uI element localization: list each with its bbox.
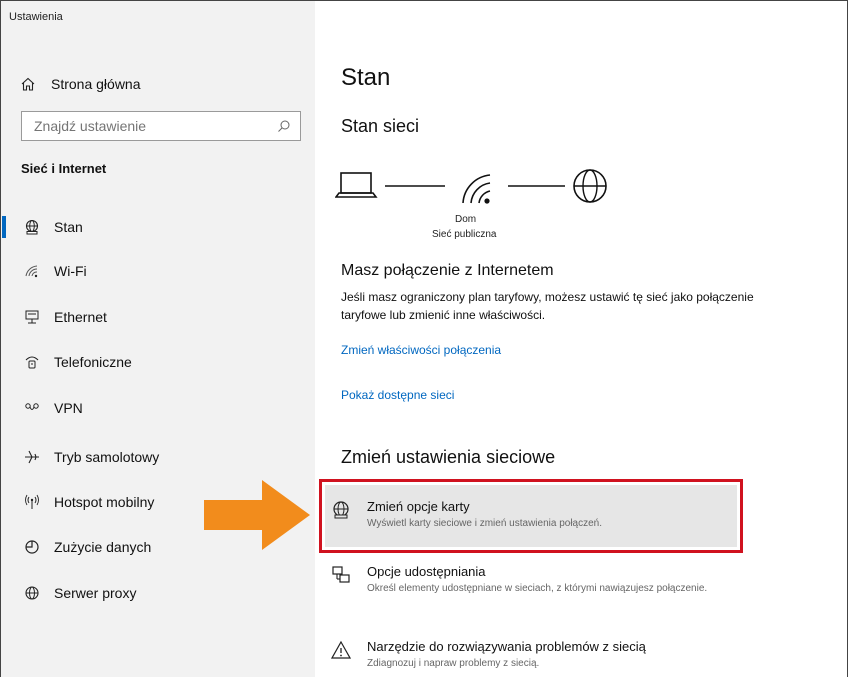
ethernet-icon bbox=[22, 307, 42, 327]
sidebar-item-wifi[interactable]: Wi-Fi bbox=[2, 256, 315, 286]
sidebar-item-label: Ethernet bbox=[54, 309, 107, 325]
wifi-signal-icon bbox=[462, 174, 491, 204]
globe-icon bbox=[22, 583, 42, 603]
app-title: Ustawienia bbox=[9, 11, 63, 23]
connection-status-desc: Jeśli masz ograniczony plan taryfowy, mo… bbox=[341, 290, 754, 322]
adapter-options-icon bbox=[329, 498, 353, 522]
internet-globe-icon bbox=[573, 169, 607, 203]
sidebar-item-label: Tryb samolotowy bbox=[54, 449, 160, 465]
orange-arrow-icon bbox=[204, 480, 310, 550]
dialup-icon bbox=[22, 352, 42, 372]
network-status-heading: Stan sieci bbox=[341, 116, 420, 136]
show-available-networks-link[interactable]: Pokaż dostępne sieci bbox=[341, 388, 454, 402]
connection-status-title: Masz połączenie z Internetem bbox=[341, 262, 554, 279]
sidebar: Ustawienia Strona główna Sieć i Internet… bbox=[1, 1, 315, 677]
laptop-icon bbox=[335, 172, 378, 198]
sidebar-item-label: VPN bbox=[54, 400, 83, 416]
airplane-icon bbox=[22, 447, 42, 467]
option-desc: Wyświetl karty sieciowe i zmień ustawien… bbox=[367, 518, 602, 529]
sidebar-item-label: Stan bbox=[54, 219, 83, 235]
sidebar-item-serwer-proxy[interactable]: Serwer proxy bbox=[2, 578, 315, 608]
sidebar-item-telefoniczne[interactable]: Telefoniczne bbox=[2, 347, 315, 377]
option-desc: Zdiagnozuj i napraw problemy z siecią. bbox=[367, 658, 540, 669]
page-title: Stan bbox=[341, 64, 391, 91]
network-name: Dom bbox=[455, 214, 477, 225]
option-title: Narzędzie do rozwiązywania problemów z s… bbox=[367, 639, 646, 654]
hotspot-icon bbox=[22, 492, 42, 512]
option-title: Opcje udostępniania bbox=[367, 564, 486, 579]
option-sharing[interactable]: Opcje udostępniania Określ elementy udos… bbox=[329, 563, 749, 596]
sidebar-item-vpn[interactable]: VPN bbox=[2, 393, 315, 423]
vpn-icon bbox=[22, 398, 42, 418]
search-icon[interactable] bbox=[276, 118, 292, 134]
sidebar-item-ethernet[interactable]: Ethernet bbox=[2, 302, 315, 332]
sidebar-item-label: Serwer proxy bbox=[54, 585, 137, 601]
wifi-icon bbox=[22, 261, 42, 281]
change-settings-heading: Zmień ustawienia sieciowe bbox=[341, 447, 556, 467]
option-title: Zmień opcje karty bbox=[367, 499, 470, 514]
change-connection-properties-link[interactable]: Zmień właściwości połączenia bbox=[341, 343, 501, 357]
sharing-options-icon bbox=[329, 563, 353, 587]
home-label: Strona główna bbox=[51, 76, 141, 92]
section-title: Sieć i Internet bbox=[21, 161, 107, 176]
active-indicator bbox=[2, 216, 6, 238]
sidebar-item-label: Wi-Fi bbox=[54, 263, 87, 279]
home-link[interactable]: Strona główna bbox=[17, 71, 297, 97]
option-adapter[interactable]: Zmień opcje karty Wyświetl karty sieciow… bbox=[329, 498, 749, 531]
data-usage-icon bbox=[22, 537, 42, 557]
sidebar-item-tryb-samolotowy[interactable]: Tryb samolotowy bbox=[2, 442, 315, 472]
main-content: Stan Stan sieci Dom Sieć publiczna Masz … bbox=[315, 1, 847, 677]
sidebar-item-label: Zużycie danych bbox=[54, 539, 152, 555]
warning-icon bbox=[329, 638, 353, 662]
search-box[interactable] bbox=[21, 111, 301, 141]
sidebar-item-label: Hotspot mobilny bbox=[54, 494, 155, 510]
option-desc: Określ elementy udostępniane w sieciach,… bbox=[367, 583, 708, 594]
status-globe-icon bbox=[22, 217, 42, 237]
sidebar-item-stan[interactable]: Stan bbox=[2, 212, 315, 242]
home-icon bbox=[17, 76, 39, 92]
network-type: Sieć publiczna bbox=[432, 229, 497, 240]
sidebar-item-label: Telefoniczne bbox=[54, 354, 132, 370]
option-troubleshooter[interactable]: Narzędzie do rozwiązywania problemów z s… bbox=[329, 638, 749, 671]
search-input[interactable] bbox=[34, 118, 276, 134]
